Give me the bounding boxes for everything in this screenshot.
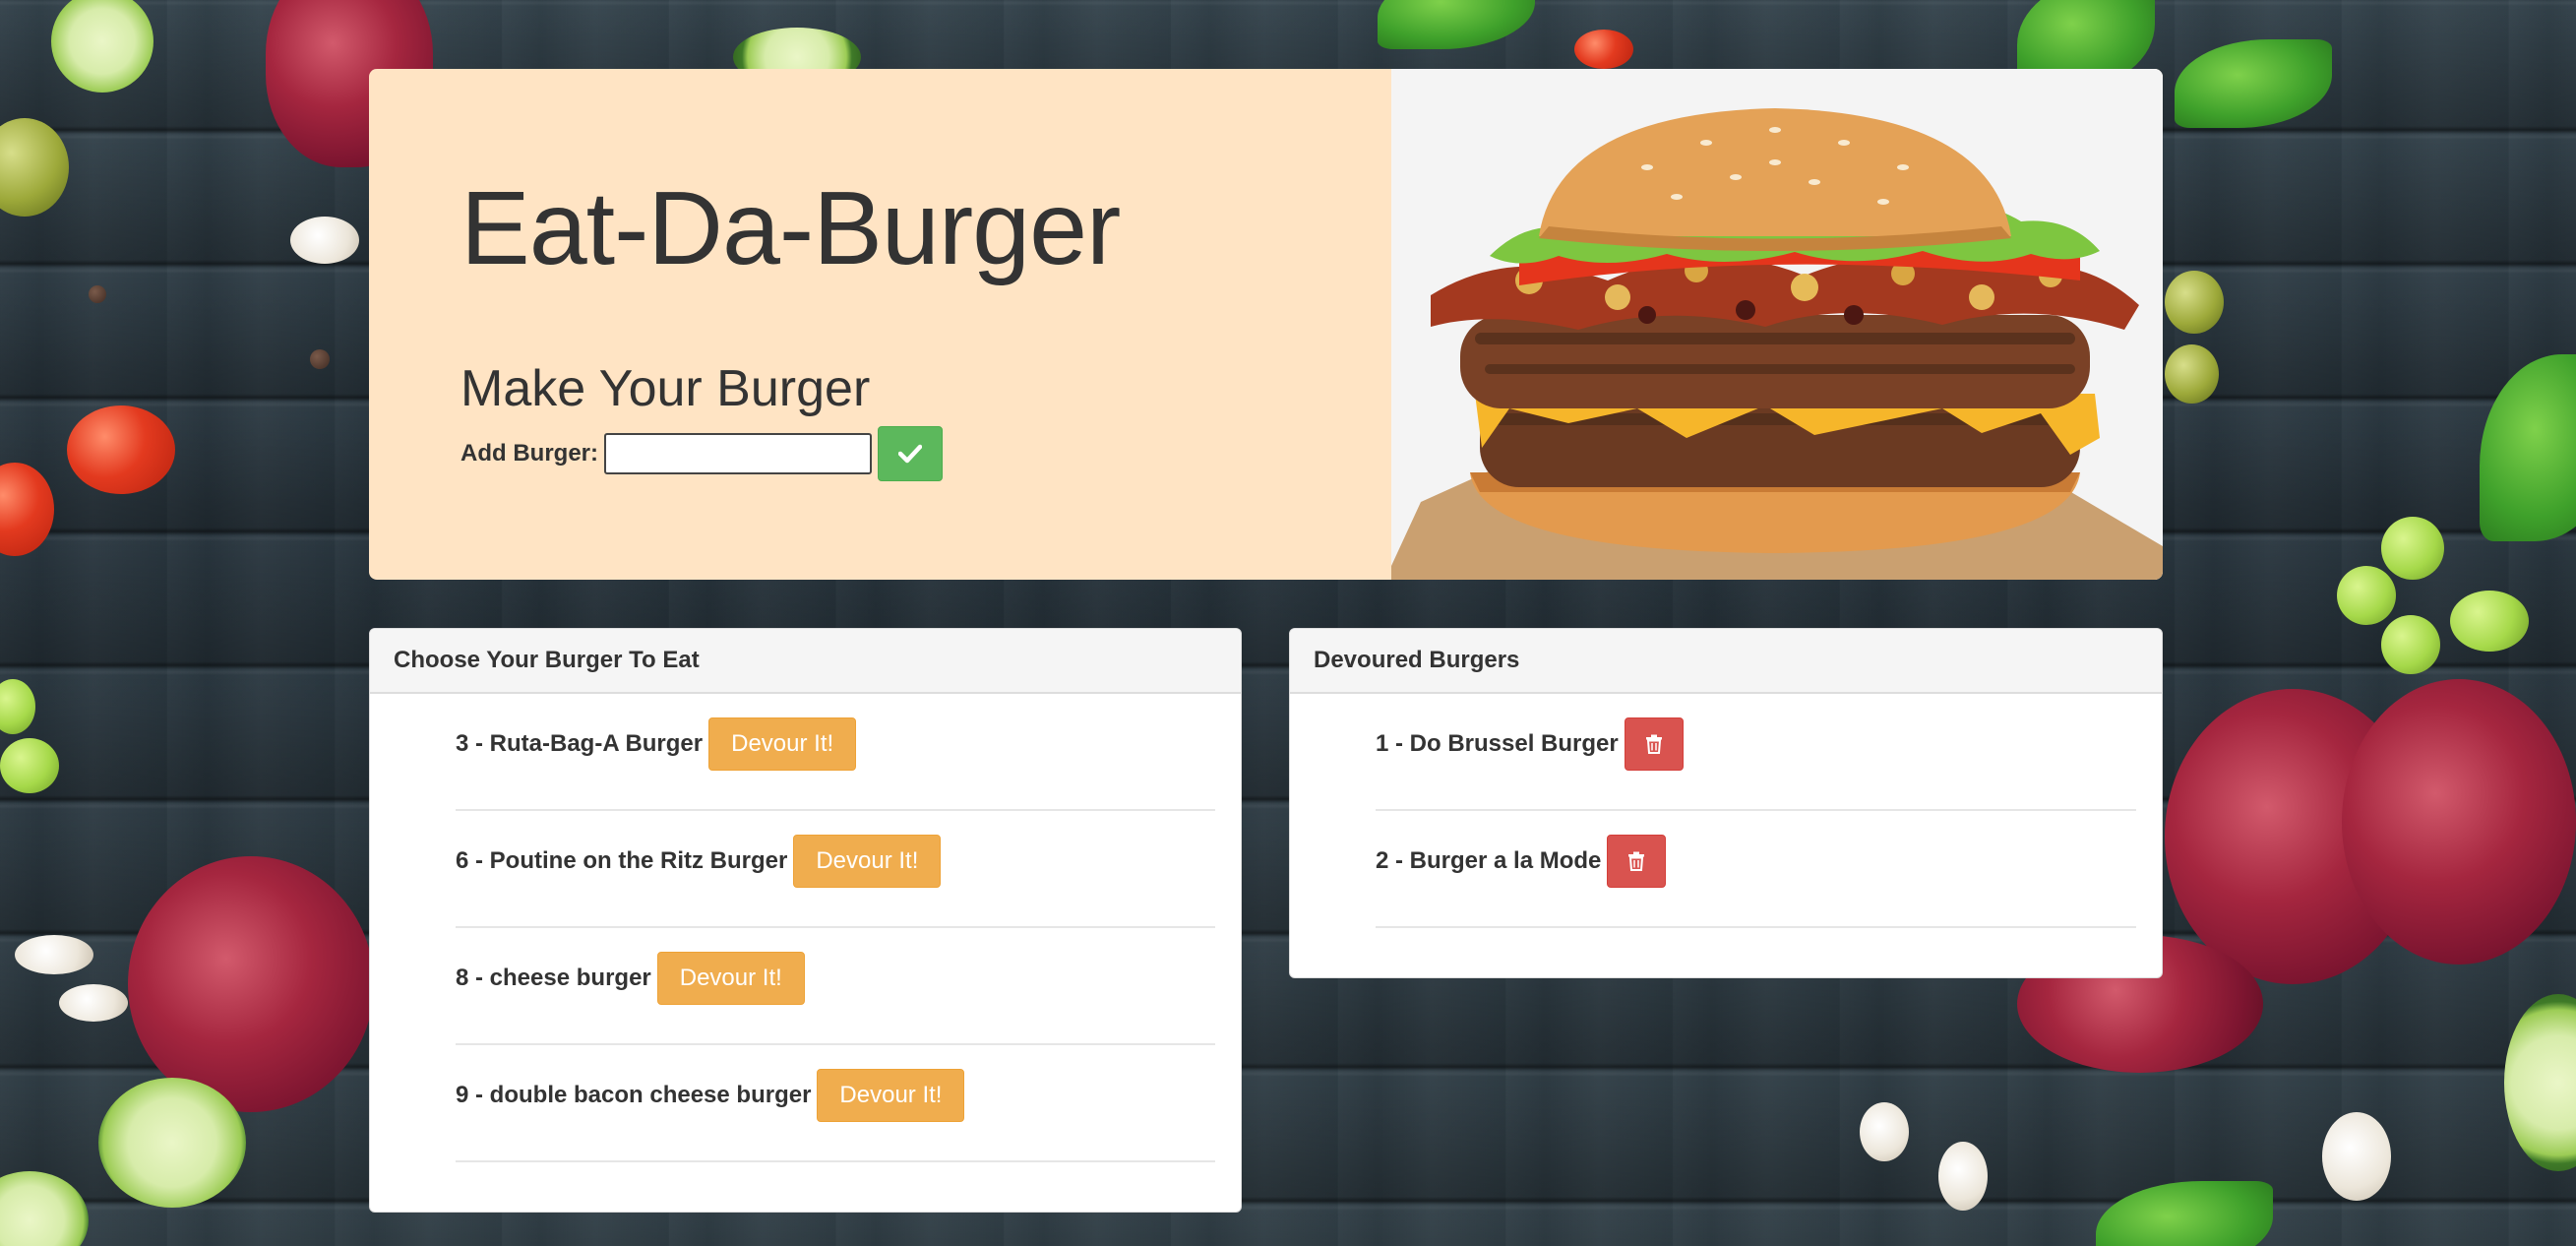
trash-icon <box>1645 734 1662 754</box>
checkmark-icon <box>898 444 922 464</box>
grape-decoration <box>2450 591 2529 652</box>
to-eat-list: 3 - Ruta-Bag-A Burger Devour It! 6 - Pou… <box>370 694 1241 1162</box>
divider <box>1376 926 2136 928</box>
olive-decoration <box>2165 344 2219 404</box>
tomato-decoration <box>0 463 54 556</box>
spinach-leaf-decoration <box>2096 1181 2273 1246</box>
list-item: 3 - Ruta-Bag-A Burger Devour It! <box>370 694 1241 811</box>
grape-decoration <box>2381 517 2444 580</box>
garlic-decoration <box>1938 1142 1988 1211</box>
garlic-decoration <box>2322 1112 2391 1201</box>
burger-image <box>1391 69 2163 580</box>
cucumber-slice-decoration <box>0 1171 89 1246</box>
add-burger-label: Add Burger: <box>460 440 598 467</box>
delete-button[interactable] <box>1607 835 1667 888</box>
devoured-list: 1 - Do Brussel Burger 2 - Burger a la Mo… <box>1290 694 2162 928</box>
peppercorn-decoration <box>89 285 106 303</box>
burger-name: 2 - Burger a la Mode <box>1376 847 1602 874</box>
olive-decoration <box>2165 271 2224 334</box>
meat-slice-decoration <box>2342 679 2576 965</box>
tomato-decoration <box>1574 30 1633 69</box>
burger-name: 6 - Poutine on the Ritz Burger <box>456 847 788 874</box>
spinach-leaf-decoration <box>2175 39 2332 128</box>
garlic-decoration <box>15 935 93 974</box>
burger-name: 1 - Do Brussel Burger <box>1376 730 1619 757</box>
garlic-decoration <box>59 984 128 1022</box>
cucumber-slice-decoration <box>2504 994 2576 1171</box>
list-item: 1 - Do Brussel Burger <box>1290 694 2162 811</box>
grape-decoration <box>0 679 35 734</box>
list-item: 6 - Poutine on the Ritz Burger Devour It… <box>370 811 1241 928</box>
to-eat-panel-heading: Choose Your Burger To Eat <box>370 629 1241 694</box>
meat-slice-decoration <box>128 856 374 1112</box>
list-item: 8 - cheese burger Devour It! <box>370 928 1241 1045</box>
devour-button[interactable]: Devour It! <box>656 952 805 1005</box>
cucumber-slice-decoration <box>98 1078 246 1208</box>
delete-button[interactable] <box>1624 717 1684 771</box>
grape-decoration <box>0 738 59 793</box>
burger-name: 8 - cheese burger <box>456 965 651 991</box>
devour-button[interactable]: Devour It! <box>708 717 857 771</box>
devour-button[interactable]: Devour It! <box>793 835 942 888</box>
garlic-decoration <box>1860 1102 1909 1161</box>
add-burger-form: Add Burger: <box>460 426 943 481</box>
garlic-decoration <box>290 217 359 264</box>
spinach-leaf-decoration <box>1378 0 1535 49</box>
devoured-panel-heading: Devoured Burgers <box>1290 629 2162 694</box>
tomato-decoration <box>67 405 175 494</box>
add-burger-button[interactable] <box>878 426 943 481</box>
header-jumbotron: Eat-Da-Burger Make Your Burger Add Burge… <box>369 69 2163 580</box>
spinach-leaf-decoration <box>2480 354 2576 541</box>
form-title: Make Your Burger <box>460 360 871 417</box>
to-eat-panel: Choose Your Burger To Eat 3 - Ruta-Bag-A… <box>369 628 1242 1213</box>
trash-icon <box>1628 851 1645 871</box>
devoured-panel: Devoured Burgers 1 - Do Brussel Burger 2… <box>1289 628 2163 978</box>
divider <box>456 1160 1215 1162</box>
header-content: Eat-Da-Burger Make Your Burger Add Burge… <box>369 69 1391 580</box>
list-item: 2 - Burger a la Mode <box>1290 811 2162 928</box>
burger-name: 9 - double bacon cheese burger <box>456 1082 812 1108</box>
peppercorn-decoration <box>310 349 330 369</box>
cucumber-slice-decoration <box>51 0 153 93</box>
devour-button[interactable]: Devour It! <box>817 1069 965 1122</box>
add-burger-input[interactable] <box>604 433 872 474</box>
burger-illustration <box>1391 108 2163 580</box>
list-item: 9 - double bacon cheese burger Devour It… <box>370 1045 1241 1162</box>
burger-name: 3 - Ruta-Bag-A Burger <box>456 730 704 757</box>
grape-decoration <box>2337 566 2396 625</box>
olive-decoration <box>0 118 69 217</box>
app-title: Eat-Da-Burger <box>460 170 1121 286</box>
grape-decoration <box>2381 615 2440 674</box>
